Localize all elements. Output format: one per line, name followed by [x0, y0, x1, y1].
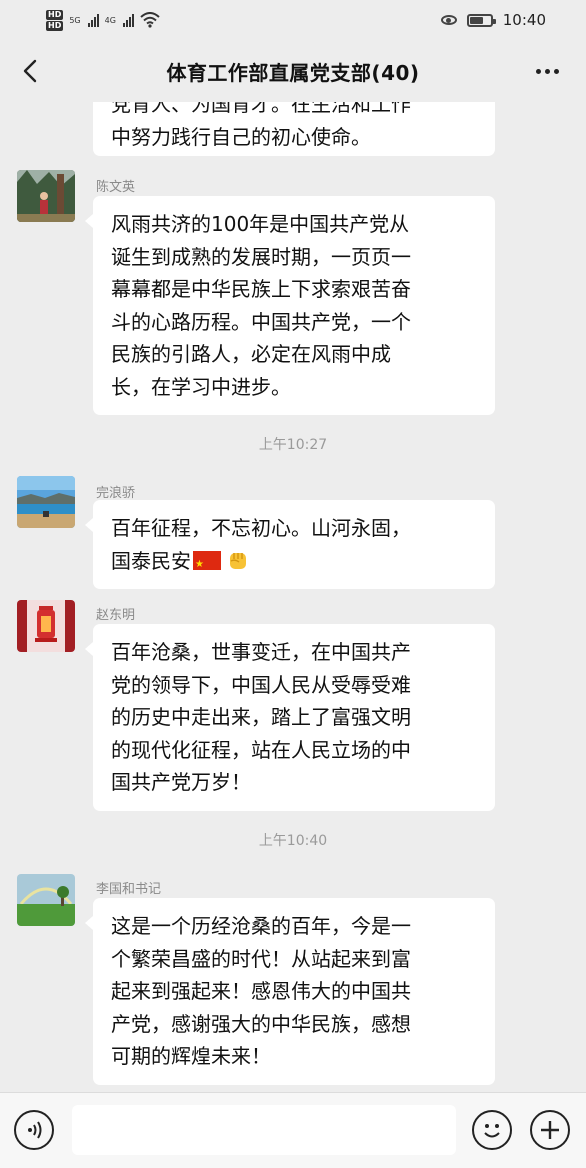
message-bubble[interactable]: 风雨共济的100年是中国共产党从 诞生到成熟的发展时期，一页页一 幕幕都是中华民… [85, 196, 495, 415]
avatar[interactable] [17, 600, 75, 652]
message-line: 这是一个历经沧桑的百年，今是一 [111, 914, 411, 938]
avatar[interactable] [17, 874, 75, 926]
avatar[interactable] [17, 476, 75, 528]
chat-title: 体育工作部直属党支部(40) [166, 60, 420, 85]
message-line: 国共产党万岁！ [111, 770, 251, 794]
input-bar [0, 1092, 586, 1168]
more-dot [553, 68, 559, 74]
raised-fist-icon [230, 552, 246, 569]
message-line: 幕幕都是中华民族上下求索艰苦奋 [111, 277, 411, 301]
message-line: 民族的引路人，必定在风雨中成 [111, 342, 391, 366]
status-bar-right: 10:40 [440, 11, 546, 29]
sender-name: 完浪骄 [96, 486, 136, 501]
chat-header: 体育工作部直属党支部(40) [0, 40, 586, 102]
status-bar-left: HD HD 5G 4G [46, 9, 160, 31]
message-line: 风雨共济的100年是中国共产党从 [111, 212, 410, 236]
china-flag-icon [193, 549, 221, 581]
avatar[interactable] [17, 170, 75, 222]
avatar-lake-icon [17, 476, 75, 528]
timestamp: 上午10:27 [258, 437, 328, 453]
battery-icon [466, 13, 496, 27]
status-bar: HD HD 5G 4G 10:40 [0, 0, 586, 40]
more-actions-button[interactable] [530, 1110, 570, 1150]
message-bubble[interactable]: 党育人、为国育才。在生活和工作 中努力践行自己的初心使命。 [93, 102, 495, 156]
voice-icon [28, 1121, 42, 1139]
message-input[interactable] [72, 1105, 456, 1155]
emoji-button[interactable] [472, 1110, 512, 1150]
wifi-icon [140, 12, 160, 28]
sender-name: 陈文英 [96, 180, 136, 195]
message-line: 斗的心路历程。中国共产党，一个 [111, 309, 411, 334]
message-line: 起来到强起来！感恩伟大的中国共 [111, 979, 411, 1003]
more-button[interactable] [530, 54, 564, 88]
message-line: 百年征程，不忘初心。山河永固， [111, 516, 411, 540]
avatar-lantern-icon [17, 600, 75, 652]
message-line: 的历史中走出来，踏上了富强文明 [111, 705, 411, 729]
battery-level [469, 16, 483, 24]
hd-indicators: HD HD [46, 9, 64, 31]
network-type: 5G [69, 15, 81, 25]
chevron-left-icon [23, 59, 37, 83]
avatar-forest-icon [17, 170, 75, 222]
message-bubble[interactable]: 这是一个历经沧桑的百年，今是一 个繁荣昌盛的时代！从站起来到富 起来到强起来！感… [85, 898, 495, 1085]
plus-circle-icon [541, 1121, 559, 1139]
sender-name: 李国和书记 [96, 882, 162, 897]
message-line: 的现代化征程，站在人民立场的中 [111, 737, 411, 762]
message-line: 可期的辉煌未来！ [111, 1044, 271, 1068]
status-time: 10:40 [502, 11, 546, 29]
sender-name: 赵东明 [96, 608, 136, 623]
message-line: 中努力践行自己的初心使命。 [111, 124, 371, 149]
more-dot [544, 68, 550, 74]
more-horizontal-icon [535, 68, 541, 74]
message-line: 党育人、为国育才。在生活和工作 [111, 102, 411, 116]
eye-comfort-icon [440, 15, 457, 25]
message-bubble[interactable]: 百年沧桑，世事变迁，在中国共产 党的领导下，中国人民从受辱受难 的历史中走出来，… [85, 624, 495, 811]
hd-badge: HD [46, 9, 64, 20]
message-line: 长，在学习中进步。 [111, 374, 291, 399]
message-bubble[interactable]: 百年征程，不忘初心。山河永固， 国泰民安 [85, 500, 495, 589]
message-list[interactable]: 党育人、为国育才。在生活和工作 中努力践行自己的初心使命。 陈文英 风雨共济的1… [0, 102, 586, 1092]
signal-icon [87, 13, 99, 27]
message-line: 党的领导下，中国人民从受辱受难 [111, 672, 411, 697]
message-line: 国泰民安 [111, 548, 191, 573]
message-line: 产党，感谢强大的中华民族，感想 [111, 1011, 411, 1036]
network-type: 4G [104, 15, 116, 25]
timestamp: 上午10:40 [258, 833, 328, 849]
hd-badge: HD [46, 20, 64, 31]
message-line-with-emoji: 国泰民安 [111, 545, 481, 581]
smile-icon [484, 1124, 500, 1138]
message-line: 诞生到成熟的发展时期，一页页一 [111, 244, 411, 269]
message-line: 百年沧桑，世事变迁，在中国共产 [111, 640, 411, 664]
signal-icon [122, 13, 134, 27]
voice-button[interactable] [14, 1110, 54, 1150]
message-line: 个繁荣昌盛的时代！从站起来到富 [111, 946, 411, 971]
avatar-rainbow-icon [17, 874, 75, 926]
back-button[interactable] [14, 54, 48, 88]
